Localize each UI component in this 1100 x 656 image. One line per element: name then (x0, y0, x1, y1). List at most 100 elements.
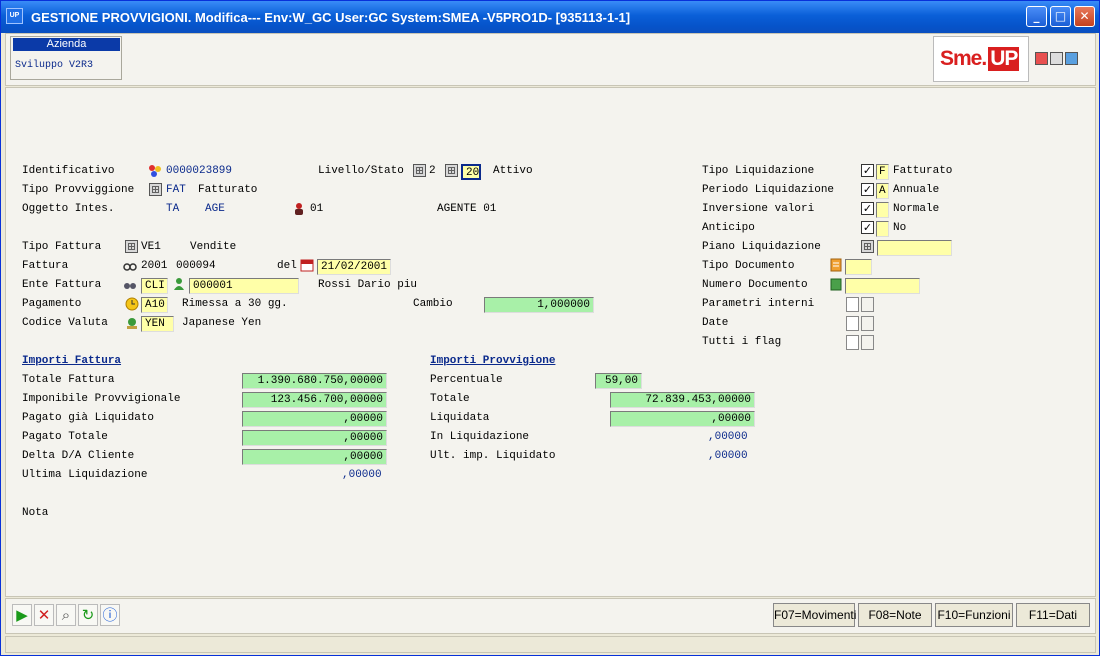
pagato-gia-liquidato-label: Pagato già Liquidato (22, 412, 155, 424)
binoculars-icon (124, 283, 136, 289)
periodo-liquidazione-checkbox[interactable]: ✓ (861, 183, 874, 196)
cambio-field[interactable]: 1,000000 (484, 297, 594, 313)
fattura-data-field[interactable]: 21/02/2001 (317, 259, 391, 275)
pagamento-desc: Rimessa a 30 gg. (182, 298, 288, 310)
maximize-button[interactable]: □ (1050, 6, 1071, 27)
identificativo-label: Identificativo (22, 165, 115, 177)
tipo-fattura-grid-icon[interactable] (125, 240, 138, 253)
pagato-totale-label: Pagato Totale (22, 431, 108, 443)
piano-liquidazione-field[interactable] (877, 240, 952, 256)
document-icon[interactable] (1050, 52, 1063, 65)
totale-fattura-field[interactable]: 1.390.680.750,00000 (242, 373, 387, 389)
book-green-icon (830, 278, 842, 291)
stato-description: Attivo (493, 165, 533, 177)
fattura-numero: 000094 (176, 260, 216, 272)
liquidata-field[interactable]: ,00000 (610, 411, 755, 427)
stato-grid-icon[interactable] (445, 164, 458, 177)
tipo-documento-field[interactable] (845, 259, 872, 275)
play-icon[interactable]: ▶ (12, 604, 32, 626)
clock-icon (125, 297, 139, 311)
tipo-fattura-code: VE1 (141, 241, 161, 253)
f10-funzioni-button[interactable]: F10=Funzioni (935, 603, 1013, 627)
piano-liquidazione-grid-icon[interactable] (861, 240, 874, 253)
tipo-provvigione-grid-icon[interactable] (149, 183, 162, 196)
pagato-gia-liquidato-field[interactable]: ,00000 (242, 411, 387, 427)
imponibile-provvigionale-field[interactable]: 123.456.700,00000 (242, 392, 387, 408)
importi-fattura-title: Importi Fattura (22, 355, 122, 367)
search-icon[interactable]: ⌕ (56, 604, 76, 626)
livello-stato-label: Livello/Stato (318, 165, 404, 177)
ultima-liquidazione-label: Ultima Liquidazione (22, 469, 148, 481)
inversione-valori-field[interactable] (876, 202, 889, 218)
anticipo-label: Anticipo (702, 222, 755, 234)
monitor-icon[interactable] (1035, 52, 1048, 65)
tutti-flag-label: Tutti i flag (702, 336, 782, 348)
delta-cliente-field[interactable]: ,00000 (242, 449, 387, 465)
liquidata-label: Liquidata (430, 412, 490, 424)
cambio-label: Cambio (413, 298, 453, 310)
numero-documento-field[interactable] (845, 278, 920, 294)
tipo-provvigione-label: Tipo Provviggione (22, 184, 135, 196)
livello-grid-icon[interactable] (413, 164, 426, 177)
pagamento-code-field[interactable]: A10 (141, 297, 168, 313)
importi-provvigione-title: Importi Provvigione (430, 355, 556, 367)
ult-imp-liquidato-label: Ult. imp. Liquidato (430, 450, 556, 462)
parametri-interni-button[interactable] (861, 297, 874, 312)
ente-fattura-tipo-field[interactable]: CLI (141, 278, 168, 294)
totale-provvigione-field[interactable]: 72.839.453,00000 (610, 392, 755, 408)
tipo-liquidazione-desc: Fatturato (893, 165, 953, 177)
tutti-flag-checkbox[interactable] (846, 335, 859, 350)
date-button[interactable] (861, 316, 874, 331)
oggetto-intes-tipo: TA (166, 203, 180, 215)
agent-icon (295, 203, 303, 215)
delta-cliente-label: Delta D/A Cliente (22, 450, 135, 462)
oggetto-intes-desc: AGENTE 01 (437, 203, 497, 215)
ult-imp-liquidato-value: ,00000 (708, 450, 748, 462)
glasses-icon (123, 263, 137, 271)
tutti-flag-button[interactable] (861, 335, 874, 350)
ente-fattura-desc: Rossi Dario piu (318, 279, 418, 291)
periodo-liquidazione-code[interactable]: A (876, 183, 889, 199)
refresh-icon[interactable]: ↻ (78, 604, 98, 626)
book-icon[interactable] (1065, 52, 1078, 65)
fattura-anno: 2001 (141, 260, 168, 272)
anticipo-checkbox[interactable]: ✓ (861, 221, 874, 234)
money-icon (127, 318, 137, 329)
info-icon[interactable]: ⓘ (100, 604, 120, 626)
status-bar (5, 636, 1096, 653)
tipo-documento-label: Tipo Documento (702, 260, 795, 272)
anticipo-field[interactable] (876, 221, 889, 237)
inversione-valori-checkbox[interactable]: ✓ (861, 202, 874, 215)
ente-fattura-codice-field[interactable]: 000001 (189, 278, 299, 294)
document-type-icon (830, 258, 842, 272)
codice-valuta-field[interactable]: YEN (141, 316, 174, 332)
f07-movimenti-button[interactable]: F07=Movimenti (773, 603, 856, 627)
pagato-totale-field[interactable]: ,00000 (242, 430, 387, 446)
application-window: UP GESTIONE PROVVIGIONI. Modifica--- Env… (0, 0, 1100, 656)
tipo-liquidazione-code[interactable]: F (876, 164, 889, 180)
app-icon: UP (6, 8, 23, 24)
stato-field[interactable]: 20 (461, 164, 481, 180)
close-button[interactable]: ✕ (1074, 6, 1095, 27)
periodo-liquidazione-desc: Annuale (893, 184, 940, 196)
oggetto-intes-label: Oggetto Intes. (22, 203, 115, 215)
in-liquidazione-label: In Liquidazione (430, 431, 530, 443)
minimize-button[interactable]: _ (1026, 6, 1047, 27)
tipo-liquidazione-label: Tipo Liquidazione (702, 165, 815, 177)
parametri-interni-label: Parametri interni (702, 298, 815, 310)
parametri-interni-checkbox[interactable] (846, 297, 859, 312)
date-checkbox[interactable] (846, 316, 859, 331)
tipo-liquidazione-checkbox[interactable]: ✓ (861, 164, 874, 177)
oggetto-intes-parametro: AGE (205, 203, 225, 215)
main-form: Identificativo 0000023899 Livello/Stato … (5, 87, 1096, 597)
periodo-liquidazione-label: Periodo Liquidazione (702, 184, 835, 196)
codice-valuta-label: Codice Valuta (22, 317, 108, 329)
oggetto-intes-codice: 01 (310, 203, 324, 215)
person-icon (174, 278, 184, 290)
calendar-icon[interactable] (300, 258, 314, 272)
cancel-icon[interactable]: ✕ (34, 604, 54, 626)
f11-dati-button[interactable]: F11=Dati (1016, 603, 1090, 627)
tipo-fattura-label: Tipo Fattura (22, 241, 102, 253)
f08-note-button[interactable]: F08=Note (858, 603, 932, 627)
percentuale-field[interactable]: 59,00 (595, 373, 642, 389)
